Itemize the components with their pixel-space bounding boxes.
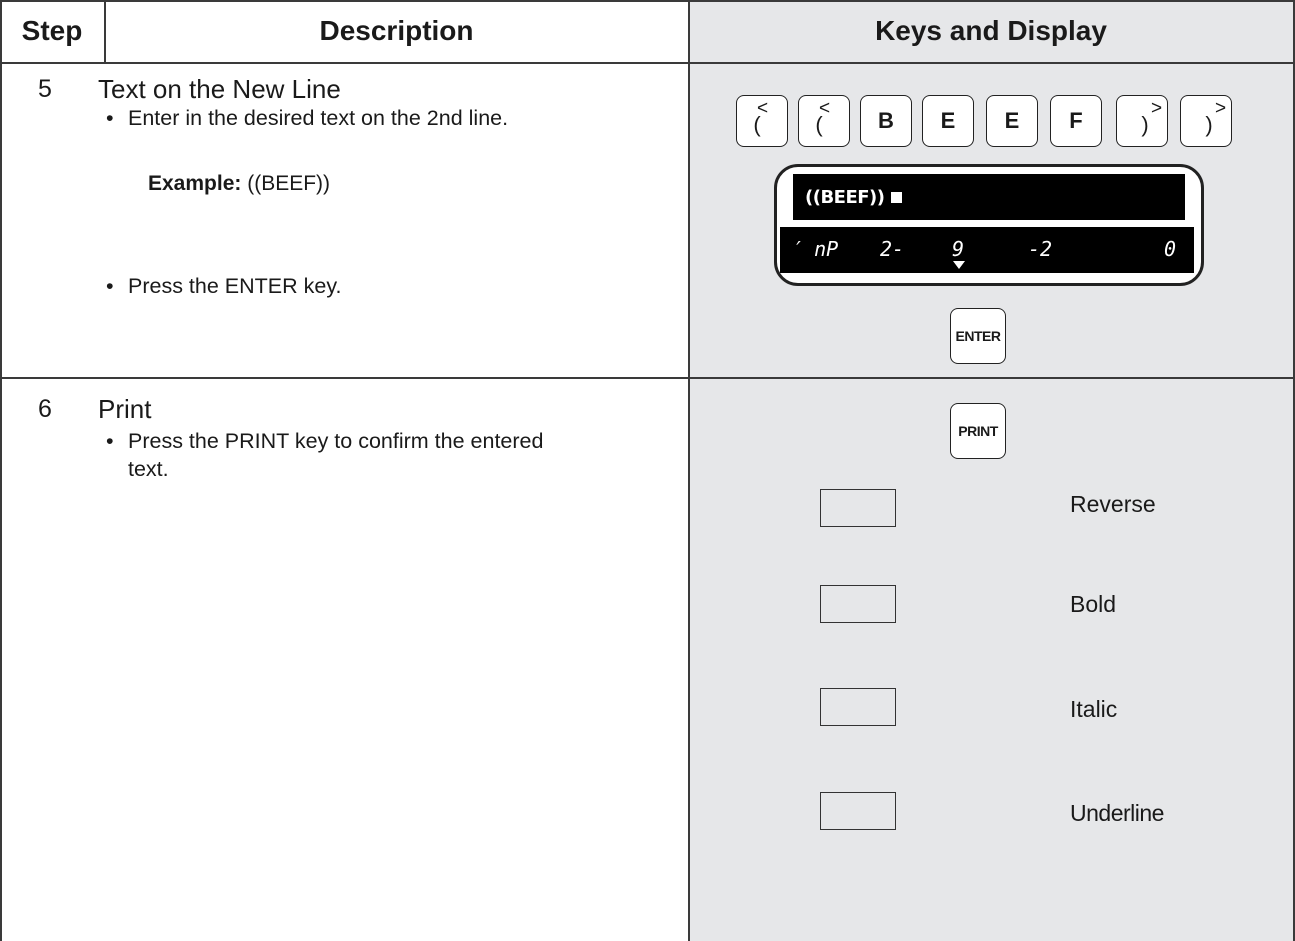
key-close-paren[interactable]: ) > bbox=[1116, 95, 1168, 147]
header-keys-display: Keys and Display bbox=[875, 15, 1107, 46]
row-divider bbox=[0, 377, 1295, 379]
display-segment-line: ′ nP 2- 9 -2 0 bbox=[780, 227, 1194, 273]
step-number: 5 bbox=[38, 75, 52, 103]
key-close-paren[interactable]: ) > bbox=[1180, 95, 1232, 147]
option-box-bold bbox=[820, 585, 896, 623]
table-right-border bbox=[1293, 0, 1295, 941]
example-text: Example: ((BEEF)) bbox=[148, 172, 331, 195]
segment-readout: -2 bbox=[1028, 237, 1053, 261]
keys-column-divider bbox=[688, 0, 690, 941]
key-b[interactable]: B bbox=[860, 95, 912, 147]
header-description: Description bbox=[319, 15, 474, 46]
option-label-italic: Italic bbox=[1070, 696, 1118, 722]
key-e[interactable]: E bbox=[922, 95, 974, 147]
header-step: Step bbox=[21, 15, 83, 46]
table-left-border bbox=[0, 0, 2, 941]
option-label-reverse: Reverse bbox=[1070, 491, 1156, 517]
option-label-bold: Bold bbox=[1070, 591, 1117, 617]
segment-readout: 2- bbox=[880, 237, 905, 261]
segment-readout: 0 bbox=[1164, 237, 1177, 261]
key-e[interactable]: E bbox=[986, 95, 1038, 147]
step-title: Print bbox=[98, 394, 152, 424]
key-f[interactable]: F bbox=[1050, 95, 1102, 147]
print-key[interactable]: PRINT bbox=[950, 403, 1006, 459]
key-open-paren[interactable]: (< bbox=[736, 95, 788, 147]
option-label-underline: Underline bbox=[1070, 800, 1164, 826]
header-bottom-border bbox=[0, 62, 1295, 64]
option-box-italic bbox=[820, 688, 896, 726]
indicator-triangle bbox=[953, 261, 965, 269]
key-open-paren[interactable]: (< bbox=[798, 95, 850, 147]
step-number: 6 bbox=[38, 395, 52, 423]
option-box-reverse bbox=[820, 489, 896, 527]
option-box-underline bbox=[820, 792, 896, 830]
instruction-bullet: • Press the PRINT key to confirm the ent… bbox=[106, 429, 544, 481]
segment-readout: 9 bbox=[952, 237, 965, 261]
step-title: Text on the New Line bbox=[98, 74, 341, 104]
instruction-table: Step Description Keys and Display 5 Text… bbox=[0, 0, 1295, 941]
instruction-bullet: • Enter in the desired text on the 2nd li… bbox=[106, 106, 509, 130]
enter-key[interactable]: ENTER bbox=[950, 308, 1006, 364]
display-text-line: ((BEEF)) bbox=[793, 174, 1185, 220]
instruction-bullet: • Press the ENTER key. bbox=[106, 274, 342, 298]
cursor-block bbox=[890, 191, 902, 203]
segment-readout: ′ nP bbox=[790, 237, 839, 261]
